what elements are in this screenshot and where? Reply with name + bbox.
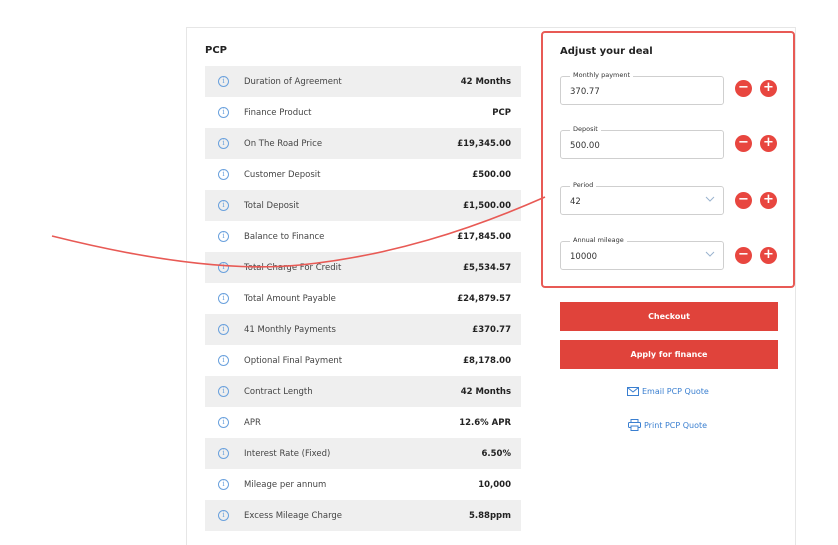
row-value: 12.6% APR	[459, 417, 511, 428]
monthly-payment-label: Monthly payment	[570, 71, 634, 79]
row-label: Excess Mileage Charge	[244, 510, 343, 521]
monthly-payment-input[interactable]: Monthly payment 370.77	[560, 71, 724, 105]
info-icon[interactable]: i	[218, 324, 229, 335]
info-icon[interactable]: i	[218, 479, 229, 490]
chevron-down-icon	[705, 196, 715, 202]
deposit-input[interactable]: Deposit 500.00	[560, 125, 724, 159]
info-icon[interactable]: i	[218, 200, 229, 211]
period-increase-button[interactable]: +	[760, 192, 777, 209]
row-label: Total Deposit	[244, 200, 300, 211]
envelope-icon	[627, 387, 639, 396]
row-label: Finance Product	[244, 107, 312, 118]
info-icon[interactable]: i	[218, 417, 229, 428]
row-label: Duration of Agreement	[244, 76, 342, 87]
row-value: 10,000	[478, 479, 511, 490]
deposit-value: 500.00	[570, 141, 600, 151]
table-row: i 41 Monthly Payments £370.77	[205, 314, 521, 345]
row-label: APR	[244, 417, 261, 428]
table-row: i Mileage per annum 10,000	[205, 469, 521, 500]
row-label: On The Road Price	[244, 138, 323, 149]
info-icon[interactable]: i	[218, 76, 229, 87]
period-value: 42	[570, 197, 581, 207]
row-value: £19,345.00	[457, 138, 511, 149]
table-row: i Interest Rate (Fixed) 6.50%	[205, 438, 521, 469]
table-row: i Finance Product PCP	[205, 97, 521, 128]
table-row: i Contract Length 42 Months	[205, 376, 521, 407]
row-value: £5,534.57	[463, 262, 511, 273]
printer-icon	[628, 419, 641, 431]
row-value: £370.77	[472, 324, 511, 335]
email-quote-label: Email PCP Quote	[642, 387, 709, 396]
adjust-deal-title: Adjust your deal	[560, 46, 653, 57]
row-value: £500.00	[472, 169, 511, 180]
info-icon[interactable]: i	[218, 169, 229, 180]
period-decrease-button[interactable]: −	[735, 192, 752, 209]
info-icon[interactable]: i	[218, 293, 229, 304]
annual-mileage-value: 10000	[570, 252, 598, 262]
row-label: Interest Rate (Fixed)	[244, 448, 331, 459]
row-value: 42 Months	[460, 386, 511, 397]
table-row: i On The Road Price £19,345.00	[205, 128, 521, 159]
annual-mileage-select[interactable]: Annual mileage 10000	[560, 236, 724, 270]
period-select[interactable]: Period 42	[560, 181, 724, 215]
deposit-decrease-button[interactable]: −	[735, 135, 752, 152]
info-icon[interactable]: i	[218, 231, 229, 242]
table-row: i Optional Final Payment £8,178.00	[205, 345, 521, 376]
row-value: 42 Months	[460, 76, 511, 87]
info-icon[interactable]: i	[218, 138, 229, 149]
table-row: i Total Amount Payable £24,879.57	[205, 283, 521, 314]
chevron-down-icon	[705, 251, 715, 257]
row-label: Customer Deposit	[244, 169, 321, 180]
annual-mileage-increase-button[interactable]: +	[760, 247, 777, 264]
table-row: i Total Charge For Credit £5,534.57	[205, 252, 521, 283]
pcp-summary-table: i Duration of Agreement 42 Months i Finance…	[205, 66, 521, 531]
table-row: i Customer Deposit £500.00	[205, 159, 521, 190]
row-label: Optional Final Payment	[244, 355, 343, 366]
row-label: 41 Monthly Payments	[244, 324, 336, 335]
deposit-increase-button[interactable]: +	[760, 135, 777, 152]
monthly-payment-value: 370.77	[570, 87, 600, 97]
info-icon[interactable]: i	[218, 107, 229, 118]
table-row: i APR 12.6% APR	[205, 407, 521, 438]
row-value: £24,879.57	[457, 293, 511, 304]
period-label: Period	[570, 181, 597, 189]
row-value: £1,500.00	[463, 200, 511, 211]
apply-for-finance-button[interactable]: Apply for finance	[560, 340, 778, 369]
checkout-button[interactable]: Checkout	[560, 302, 778, 331]
row-value: £17,845.00	[457, 231, 511, 242]
row-value: £8,178.00	[463, 355, 511, 366]
pcp-title: PCP	[205, 45, 227, 56]
info-icon[interactable]: i	[218, 448, 229, 459]
monthly-payment-decrease-button[interactable]: −	[735, 80, 752, 97]
monthly-payment-increase-button[interactable]: +	[760, 80, 777, 97]
table-row: i Excess Mileage Charge 5.88ppm	[205, 500, 521, 531]
annual-mileage-decrease-button[interactable]: −	[735, 247, 752, 264]
info-icon[interactable]: i	[218, 510, 229, 521]
row-label: Balance to Finance	[244, 231, 325, 242]
row-label: Total Amount Payable	[244, 293, 336, 304]
table-row: i Duration of Agreement 42 Months	[205, 66, 521, 97]
row-label: Mileage per annum	[244, 479, 327, 490]
table-row: i Total Deposit £1,500.00	[205, 190, 521, 221]
info-icon[interactable]: i	[218, 355, 229, 366]
info-icon[interactable]: i	[218, 386, 229, 397]
row-value: PCP	[492, 107, 511, 118]
row-value: 6.50%	[481, 448, 512, 459]
table-row: i Balance to Finance £17,845.00	[205, 221, 521, 252]
row-label: Total Charge For Credit	[244, 262, 342, 273]
annual-mileage-label: Annual mileage	[570, 236, 627, 244]
print-quote-label: Print PCP Quote	[644, 420, 708, 430]
print-quote-link[interactable]: Print PCP Quote	[628, 419, 707, 431]
email-quote-link[interactable]: Email PCP Quote	[627, 387, 709, 396]
deposit-label: Deposit	[570, 125, 601, 133]
info-icon[interactable]: i	[218, 262, 229, 273]
row-value: 5.88ppm	[469, 510, 511, 521]
row-label: Contract Length	[244, 386, 313, 397]
